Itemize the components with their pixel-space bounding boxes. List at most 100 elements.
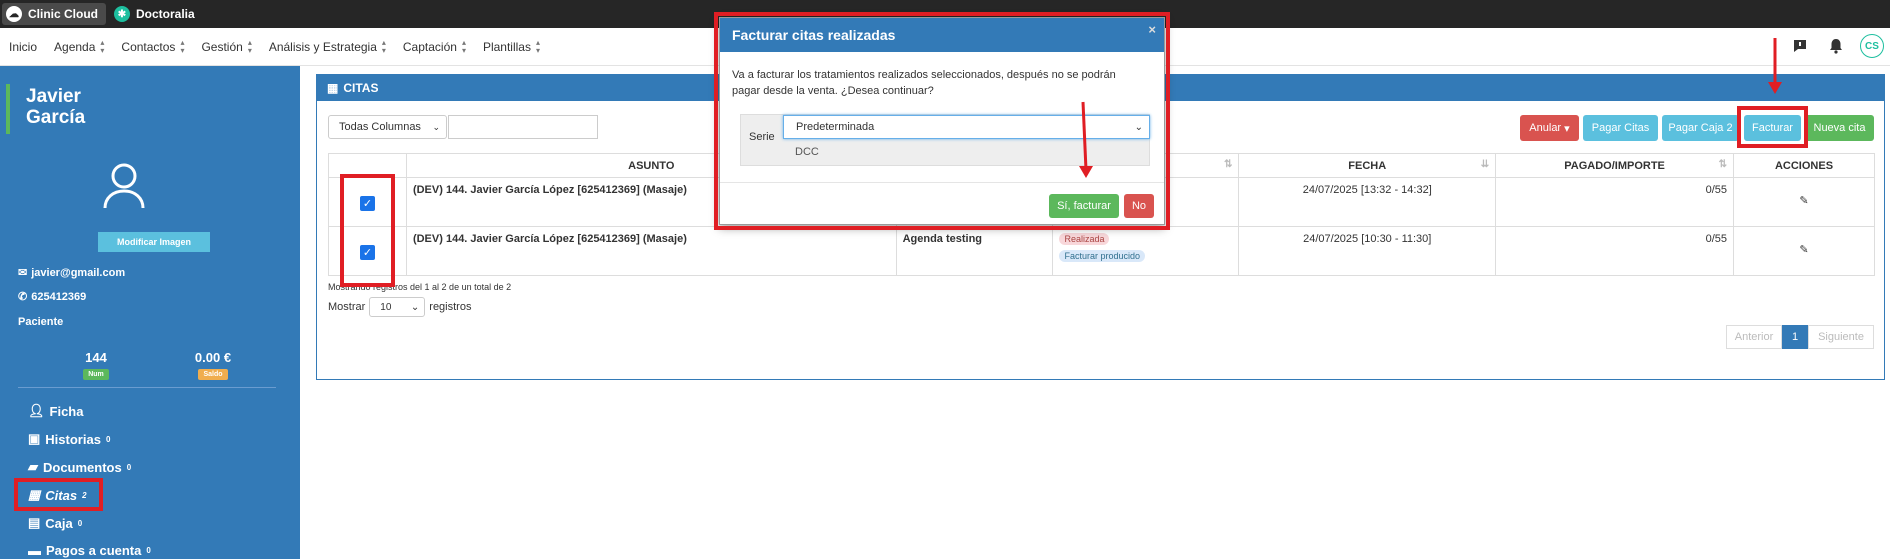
sidebar-item-historias[interactable]: ▣ Historias 0 [28,431,110,447]
serie-select-value: Predeterminada [796,121,875,133]
patient-phone: ✆ 625412369 [18,290,87,304]
pagination: Anterior 1 Siguiente [1726,325,1874,349]
user-avatar[interactable]: CS [1860,34,1884,58]
cloud-icon: ☁ [6,6,22,22]
nav-label: Agenda [54,39,96,54]
envelope-icon: ✉ [18,267,28,279]
confirm-facturar-button[interactable]: Sí, facturar [1049,194,1119,218]
menu-count: 2 [82,490,87,500]
cancel-button[interactable]: No [1124,194,1154,218]
nav-label: Captación [402,39,457,54]
columns-select-value: Todas Columnas [339,121,421,133]
sort-updown-icon: ▴ ▾ [535,37,540,55]
serie-option[interactable]: DCC [795,146,819,158]
header-label: ACCIONES [1774,159,1834,172]
row-checkbox[interactable]: ✓ [359,196,375,211]
status-badge: Realizada [1059,233,1110,245]
page-length-value: 10 [380,301,392,313]
stat-badge: Saldo [198,369,228,380]
row-actions: ✎ [1733,177,1875,227]
patient-name: Javier García [26,86,85,128]
app-tab-label: Clinic Cloud [28,7,98,21]
show-label: Mostrar [328,301,366,313]
menu-label: Documentos [43,459,122,475]
nav-contactos[interactable]: Contactos ▴ ▾ [121,38,184,55]
nav-label: Contactos [121,39,176,54]
row-agenda: Agenda testing [895,226,1054,276]
facturar-modal: Facturar citas realizadas × Va a factura… [719,17,1165,225]
anular-button[interactable]: Anular ▾ [1520,115,1579,141]
menu-label: Pagos a cuenta [46,543,142,558]
app-tab-label: Doctoralia [136,7,195,21]
nav-agenda[interactable]: Agenda ▴ ▾ [54,38,104,55]
close-icon[interactable]: × [1148,22,1156,37]
serie-select[interactable]: Predeterminada ⌄ [783,115,1150,139]
sidebar-item-pagos-a-cuenta[interactable]: ▬ Pagos a cuenta 0 [28,543,151,558]
calendar-check-icon: ▦ [28,487,41,502]
sidebar-item-caja[interactable]: ▤ Caja 0 [28,515,82,531]
pager-next[interactable]: Siguiente [1808,325,1874,349]
modal-footer-divider [720,182,1164,183]
menu-label: Ficha [49,403,84,419]
phone-icon: ✆ [18,291,28,303]
row-asunto: (DEV) 144. Javier García López [62541236… [405,226,897,276]
table-info: Mostrando registros del 1 al 2 de un tot… [328,282,512,292]
phone-text: 625412369 [31,290,87,303]
button-label: Anular [1529,122,1562,134]
nav-label: Gestión [201,39,243,54]
email-text: javier@gmail.com [31,266,126,279]
nav-analisis[interactable]: Análisis y Estrategia ▴ ▾ [268,37,386,55]
bell-icon[interactable] [1824,34,1848,58]
nav-inicio[interactable]: Inicio [9,40,37,54]
col-pagado[interactable]: PAGADO/IMPORTE ⇅ [1495,153,1735,178]
search-input[interactable] [448,115,598,139]
stat-value: 0.00 € [194,350,232,365]
user-icon: 👤︎ [28,403,45,418]
facturar-producido-badge[interactable]: Facturar producido [1059,250,1145,262]
doctoralia-icon: ✱ [114,6,130,22]
row-importe: 0/55 [1495,226,1735,276]
pagar-citas-button[interactable]: Pagar Citas [1583,115,1658,141]
facturar-button[interactable]: Facturar [1744,115,1801,141]
modal-header: Facturar citas realizadas × [720,18,1164,52]
nav-gestion[interactable]: Gestión ▴ ▾ [201,38,251,55]
serie-group: Serie Predeterminada ⌄ DCC [740,114,1150,166]
row-select-cell: ✓ [328,226,407,276]
row-actions: ✎ [1733,226,1875,276]
row-checkbox[interactable]: ✓ [359,245,375,260]
app-tab-clinic-cloud[interactable]: ☁ Clinic Cloud [2,3,106,25]
serie-label: Serie [749,131,775,143]
pencil-icon[interactable]: ✎ [1740,243,1868,256]
wallet-icon: ▬ [28,543,41,558]
patient-role: Paciente [18,316,64,328]
id-card-icon: ▣ [28,431,41,446]
sidebar-accent [6,84,10,134]
nav-label: Análisis y Estrategia [268,39,377,54]
modify-image-button[interactable]: Modificar Imagen [98,232,210,252]
calendar-check-icon: ▦ [327,81,339,95]
app-tab-doctoralia[interactable]: ✱ Doctoralia [110,3,203,25]
pencil-icon[interactable]: ✎ [1740,194,1868,207]
sidebar-item-ficha[interactable]: 👤︎ Ficha [28,403,83,419]
page-length: Mostrar 10 ⌄ registros [328,297,471,317]
nueva-cita-button[interactable]: Nueva cita [1805,115,1874,141]
columns-select[interactable]: Todas Columnas ⌄ [328,115,447,139]
patient-email: ✉ javier@gmail.com [18,266,126,280]
pager-page-1[interactable]: 1 [1782,325,1808,349]
col-fecha[interactable]: FECHA ⇊ [1238,153,1497,178]
cash-register-icon: ▤ [28,515,41,530]
sort-updown-icon: ▴ ▾ [381,37,386,55]
nav-captacion[interactable]: Captación ▴ ▾ [402,38,466,55]
sidebar-item-citas[interactable]: ▦ Citas 2 [28,487,87,503]
sidebar-item-documentos[interactable]: ▰ Documentos 0 [28,459,131,475]
nav-plantillas[interactable]: Plantillas ▴ ▾ [483,37,540,55]
user-placeholder-icon [102,162,146,210]
col-select [328,153,407,178]
feedback-icon[interactable] [1788,34,1812,58]
pager-prev[interactable]: Anterior [1726,325,1782,349]
patient-stats: 144 Num 0.00 € Saldo [18,350,276,388]
pagar-caja2-button[interactable]: Pagar Caja 2 [1662,115,1739,141]
menu-count: 0 [105,434,111,444]
page-length-select[interactable]: 10 ⌄ [369,297,426,317]
patient-first-name: Javier [26,86,81,107]
